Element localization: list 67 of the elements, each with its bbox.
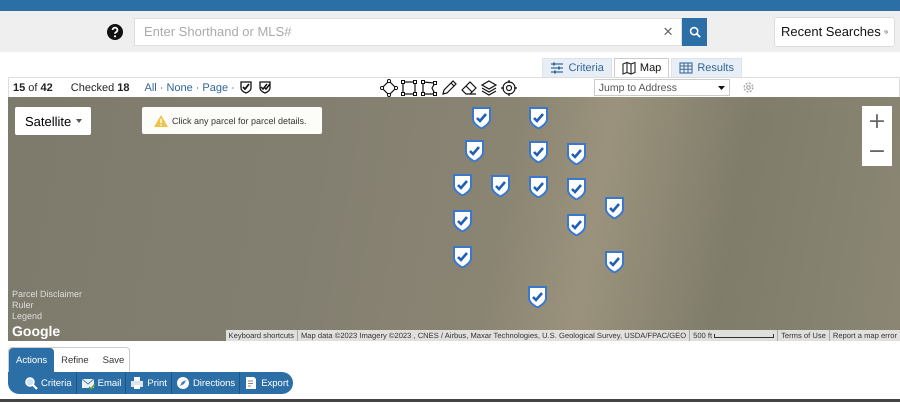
- select-link[interactable]: All: [144, 82, 157, 94]
- compass-icon: [176, 376, 190, 390]
- check-shield-icon[interactable]: [465, 140, 484, 162]
- checked-count: Checked 18: [70, 82, 130, 94]
- table-icon: [679, 61, 694, 75]
- layers-icon[interactable]: [480, 78, 498, 96]
- envelope-icon: [80, 376, 95, 390]
- separator: ·: [196, 82, 200, 94]
- double-check-shield-icon[interactable]: [256, 80, 273, 95]
- check-shield-icon[interactable]: [472, 107, 491, 129]
- select-link[interactable]: None: [166, 82, 193, 94]
- map-icon: [622, 61, 636, 75]
- check-shield-icon[interactable]: [605, 197, 624, 219]
- view-tab[interactable]: Map: [614, 58, 670, 77]
- satellite-map[interactable]: [8, 97, 900, 341]
- help-icon[interactable]: [107, 24, 123, 40]
- google-logo: Google: [12, 323, 62, 339]
- pencil-icon[interactable]: [440, 78, 458, 96]
- map-link[interactable]: Legend: [12, 311, 82, 322]
- target-icon[interactable]: [500, 78, 518, 96]
- rectangle-draw-icon[interactable]: [400, 78, 418, 96]
- warning-icon: [154, 114, 168, 126]
- result-count: 15 of 42: [13, 82, 53, 94]
- check-shield-icon[interactable]: [529, 107, 548, 129]
- check-shield-icon[interactable]: [605, 251, 624, 273]
- check-shield-icon[interactable]: [529, 176, 548, 198]
- action-button[interactable]: Email: [76, 372, 126, 394]
- check-shield-icon[interactable]: [528, 286, 547, 308]
- magnifier-icon: [24, 376, 38, 390]
- check-shield-icon[interactable]: [453, 246, 472, 268]
- document-icon: [244, 376, 258, 390]
- separator: ·: [160, 82, 164, 94]
- printer-icon: [130, 376, 144, 390]
- caret-icon: [76, 119, 82, 123]
- select-link[interactable]: Page: [202, 82, 228, 94]
- map-link[interactable]: Parcel Disclaimer: [12, 289, 82, 300]
- check-shield-icon[interactable]: [567, 214, 586, 236]
- action-button[interactable]: Print: [126, 372, 172, 394]
- polygon-draw-icon[interactable]: [420, 78, 438, 96]
- check-shield-icon[interactable]: [453, 174, 472, 196]
- action-button[interactable]: Export: [240, 372, 293, 394]
- notice-text: Click any parcel for parcel details.: [172, 116, 307, 126]
- action-button[interactable]: Criteria: [20, 372, 77, 394]
- view-tab[interactable]: Criteria: [542, 58, 612, 77]
- check-shield-icon[interactable]: [567, 178, 586, 200]
- caret-icon: [718, 86, 725, 90]
- action-button[interactable]: Directions: [172, 372, 240, 394]
- check-shield-icon[interactable]: [453, 210, 472, 232]
- search-button[interactable]: [682, 18, 707, 46]
- check-shield-icon[interactable]: [567, 143, 586, 165]
- view-tab[interactable]: Results: [671, 58, 742, 77]
- recent-searches-button[interactable]: Recent Searches: [774, 16, 895, 46]
- check-shield-icon[interactable]: [238, 80, 253, 95]
- map-link[interactable]: Ruler: [12, 300, 82, 311]
- separator: ·: [231, 82, 235, 94]
- search-field[interactable]: Enter Shorthand or MLS# ×: [134, 18, 682, 46]
- eraser-icon[interactable]: [460, 78, 478, 96]
- sliders-icon: [550, 61, 564, 75]
- clear-button[interactable]: ×: [663, 22, 673, 42]
- check-shield-icon[interactable]: [491, 175, 510, 197]
- search-icon: [688, 26, 700, 38]
- panel-tab[interactable]: Actions: [9, 348, 54, 372]
- panel-tab[interactable]: Save: [96, 348, 132, 372]
- map-type-dropdown[interactable]: Satellite: [15, 107, 91, 135]
- panel-tab[interactable]: Refine: [54, 348, 96, 372]
- check-shield-icon[interactable]: [529, 141, 548, 163]
- jump-to-address-dropdown[interactable]: Jump to Address: [594, 79, 730, 96]
